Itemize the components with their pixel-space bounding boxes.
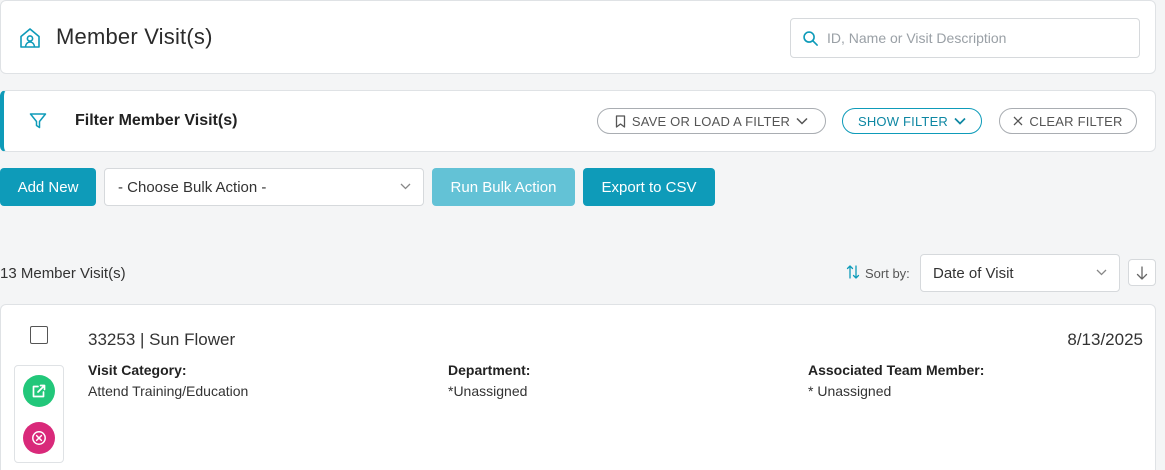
sort-by-select[interactable]: Date of Visit <box>920 254 1120 292</box>
circle-x-icon <box>32 431 46 445</box>
visit-title[interactable]: 33253 | Sun Flower <box>88 330 235 350</box>
sort-label: Sort by: <box>865 266 910 281</box>
bulk-action-selected: - Choose Bulk Action - <box>118 178 267 196</box>
delete-visit-button[interactable] <box>23 422 55 454</box>
visit-actions <box>14 365 64 463</box>
show-filter-label: SHOW FILTER <box>857 113 949 129</box>
department-value: *Unassigned <box>448 383 528 399</box>
chevron-down-icon <box>796 117 808 125</box>
chevron-down-icon <box>954 117 966 125</box>
save-load-filter-label: SAVE OR LOAD A FILTER <box>631 113 791 129</box>
result-count: 13 Member Visit(s) <box>0 265 126 282</box>
filter-bar: Filter Member Visit(s) SAVE OR LOAD A FI… <box>0 90 1156 152</box>
visit-select-checkbox[interactable] <box>30 326 48 344</box>
sort-direction-button[interactable] <box>1128 259 1156 286</box>
chevron-down-icon <box>1096 269 1107 276</box>
run-bulk-action-button[interactable]: Run Bulk Action <box>432 168 575 206</box>
visit-card: 33253 | Sun Flower 8/13/2025 Visit Categ… <box>0 304 1156 470</box>
open-visit-button[interactable] <box>23 375 55 407</box>
external-link-icon <box>32 384 46 398</box>
clear-filter-label: CLEAR FILTER <box>1029 113 1123 129</box>
team-member-value: * Unassigned <box>808 383 892 399</box>
search-box[interactable] <box>790 18 1140 58</box>
team-member-label: Associated Team Member: <box>808 362 985 378</box>
search-icon <box>803 31 818 46</box>
visit-category-label: Visit Category: <box>88 362 187 378</box>
sort-by-selected: Date of Visit <box>933 264 1014 282</box>
close-icon <box>1013 116 1023 126</box>
save-load-filter-button[interactable]: SAVE OR LOAD A FILTER <box>597 108 826 134</box>
visit-date: 8/13/2025 <box>1067 330 1143 349</box>
visit-category-value: Attend Training/Education <box>88 383 249 399</box>
arrow-down-icon <box>1136 265 1148 280</box>
chevron-down-icon <box>400 183 411 190</box>
bulk-action-select[interactable]: - Choose Bulk Action - <box>104 168 424 206</box>
page-header: Member Visit(s) <box>0 0 1156 74</box>
add-new-button[interactable]: Add New <box>0 168 96 206</box>
search-input[interactable] <box>827 27 1127 49</box>
bookmark-icon <box>615 114 625 128</box>
filter-icon[interactable] <box>29 112 47 130</box>
sort-icon <box>846 265 860 279</box>
filter-title: Filter Member Visit(s) <box>75 112 238 129</box>
page-title: Member Visit(s) <box>56 24 213 49</box>
home-person-icon <box>20 28 40 48</box>
clear-filter-button[interactable]: CLEAR FILTER <box>999 108 1137 134</box>
export-csv-button[interactable]: Export to CSV <box>583 168 715 206</box>
department-label: Department: <box>448 362 531 378</box>
show-filter-button[interactable]: SHOW FILTER <box>842 108 982 134</box>
